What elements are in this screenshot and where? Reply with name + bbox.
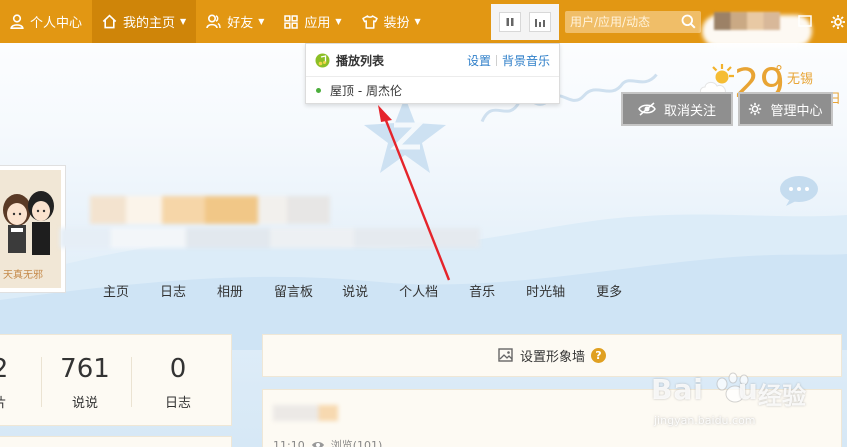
nav-label: 装扮 — [383, 16, 410, 31]
degree-sign: ° — [775, 62, 783, 81]
search-input[interactable] — [565, 12, 675, 32]
song-title: 屋顶 - 周杰伦 — [330, 84, 402, 98]
eye-icon — [311, 442, 324, 447]
stat-number: 761 — [60, 354, 110, 384]
nav-personal-center[interactable]: 个人中心 — [0, 0, 92, 43]
avatar-caption: 天真无邪 — [3, 270, 43, 281]
stat-number: 2 — [0, 354, 13, 384]
music-note-icon — [315, 53, 330, 67]
profile-tabs: 主页 日志 相册 留言板 说说 个人档 音乐 时光轴 更多 — [103, 281, 622, 300]
stat-shuoshuo[interactable]: 761 说说 — [55, 335, 115, 411]
tab-music[interactable]: 音乐 — [469, 281, 495, 300]
divider — [131, 357, 132, 407]
city-name: 无锡 — [787, 72, 814, 87]
equalizer-icon — [535, 19, 545, 27]
tab-message-board[interactable]: 留言板 — [274, 281, 313, 300]
user-avatar-blurred[interactable] — [714, 12, 780, 30]
stats-card: 2 片 761 说说 0 日志 — [0, 334, 232, 426]
baidu-watermark-url: jingyan.baidu.com — [654, 414, 756, 427]
apps-grid-icon — [284, 14, 299, 29]
unfollow-button[interactable]: 取消关注 — [621, 92, 733, 126]
image-wall-label: 设置形象墙 — [519, 350, 585, 365]
nav-friends[interactable]: 好友 ▼ — [196, 0, 274, 43]
nav-label: 个人中心 — [30, 16, 83, 31]
nav-my-homepage[interactable]: 我的主页 ▼ — [92, 0, 197, 43]
stat-label: 说说 — [71, 396, 98, 411]
stat-label: 日志 — [164, 396, 191, 411]
gear-icon — [749, 102, 762, 116]
chevron-down-icon: ▼ — [180, 17, 187, 26]
tab-blog[interactable]: 日志 — [160, 281, 186, 300]
nav-apps[interactable]: 应用 ▼ — [274, 0, 351, 43]
pause-icon — [506, 18, 514, 26]
tab-home[interactable]: 主页 — [103, 281, 129, 300]
music-player-controls — [491, 4, 559, 40]
manage-label: 管理中心 — [770, 103, 823, 119]
shirt-icon — [361, 14, 378, 29]
feed-meta: 11:10 浏览(101) — [273, 437, 382, 447]
tab-more[interactable]: 更多 — [596, 281, 622, 300]
message-icon[interactable] — [798, 14, 812, 28]
brand-part-1: Bai — [651, 373, 704, 406]
background-music-link[interactable]: 背景音乐 — [502, 52, 550, 69]
divider — [41, 357, 42, 407]
eye-slash-icon — [638, 102, 656, 116]
search-box — [565, 11, 701, 33]
star-decoration — [364, 97, 446, 173]
user-icon — [10, 14, 24, 29]
playlist-song-item[interactable]: 屋顶 - 周杰伦 — [306, 77, 559, 104]
friends-icon — [206, 14, 221, 29]
playlist-settings-link[interactable]: 设置 — [467, 52, 491, 69]
view-count: 浏览(101) — [330, 439, 383, 447]
profile-signature-blurred — [60, 228, 480, 248]
feed-author-blurred[interactable] — [273, 405, 338, 421]
chevron-down-icon: ▼ — [335, 17, 342, 26]
stat-label: 片 — [0, 392, 13, 411]
stat-photos[interactable]: 2 片 — [0, 335, 13, 411]
secondary-card — [0, 436, 232, 447]
chat-bubble-decoration — [780, 176, 818, 206]
playlist-title: 播放列表 — [336, 53, 385, 68]
playlist-links: 设置 背景音乐 — [467, 52, 550, 69]
gear-icon[interactable] — [830, 14, 846, 30]
nav-label: 好友 — [227, 16, 254, 31]
playlist-dropdown: 播放列表 设置 背景音乐 屋顶 - 周杰伦 — [305, 43, 560, 104]
divider — [495, 54, 497, 66]
nav-label: 应用 — [304, 16, 331, 31]
baidu-watermark-brand: Bai u — [651, 373, 759, 406]
equalizer-button[interactable] — [529, 12, 551, 32]
home-icon — [102, 14, 117, 29]
playlist-header: 播放列表 设置 背景音乐 — [306, 44, 559, 77]
image-icon — [498, 348, 513, 362]
profile-avatar[interactable]: 天真无邪 — [0, 165, 66, 293]
tab-timeline[interactable]: 时光轴 — [526, 281, 565, 300]
brand-part-2: u — [737, 373, 759, 406]
avatar-image: 天真无邪 — [0, 170, 61, 288]
profile-name-blurred — [90, 196, 330, 224]
stat-blogs[interactable]: 0 日志 — [148, 335, 208, 411]
manage-center-button[interactable]: 管理中心 — [738, 92, 833, 126]
baidu-watermark-cn: 经验 — [758, 382, 806, 410]
chevron-down-icon: ▼ — [414, 17, 421, 26]
chevron-down-icon: ▼ — [258, 17, 265, 26]
nav-decorate[interactable]: 装扮 ▼ — [352, 0, 431, 43]
pause-button[interactable] — [499, 12, 521, 32]
stat-number: 0 — [169, 354, 187, 384]
tab-album[interactable]: 相册 — [217, 281, 243, 300]
search-icon[interactable] — [681, 14, 696, 29]
nav-label: 我的主页 — [123, 16, 176, 31]
playing-indicator-icon — [316, 88, 321, 93]
tab-shuoshuo[interactable]: 说说 — [342, 281, 368, 300]
help-icon[interactable]: ? — [591, 348, 606, 363]
post-time: 11:10 — [273, 438, 305, 447]
tab-profile[interactable]: 个人档 — [399, 281, 438, 300]
unfollow-label: 取消关注 — [663, 103, 716, 119]
